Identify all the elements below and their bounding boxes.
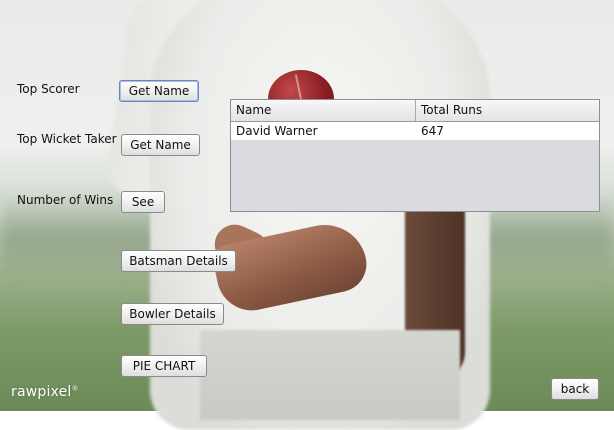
batsman-details-button[interactable]: Batsman Details [121,250,236,272]
column-header-name[interactable]: Name [231,100,416,121]
bowler-details-button[interactable]: Bowler Details [121,303,224,325]
number-of-wins-label: Number of Wins [17,193,114,207]
cell-total-runs: 647 [421,124,444,138]
number-of-wins-see-button[interactable]: See [121,191,165,213]
background-player-pants [200,330,460,420]
results-table[interactable]: Name Total Runs David Warner 647 [230,99,600,212]
back-button[interactable]: back [551,378,599,400]
cell-name: David Warner [236,124,318,138]
table-header: Name Total Runs [231,100,599,122]
table-row[interactable]: David Warner 647 [231,122,599,140]
pie-chart-button[interactable]: PIE CHART [121,355,207,377]
rawpixel-watermark: rawpixel® [11,384,79,400]
top-wicket-taker-get-name-button[interactable]: Get Name [121,134,200,156]
top-wicket-taker-label: Top Wicket Taker [17,132,117,146]
top-scorer-get-name-button[interactable]: Get Name [119,80,199,102]
top-scorer-label: Top Scorer [17,82,80,96]
column-header-total-runs[interactable]: Total Runs [416,100,599,121]
